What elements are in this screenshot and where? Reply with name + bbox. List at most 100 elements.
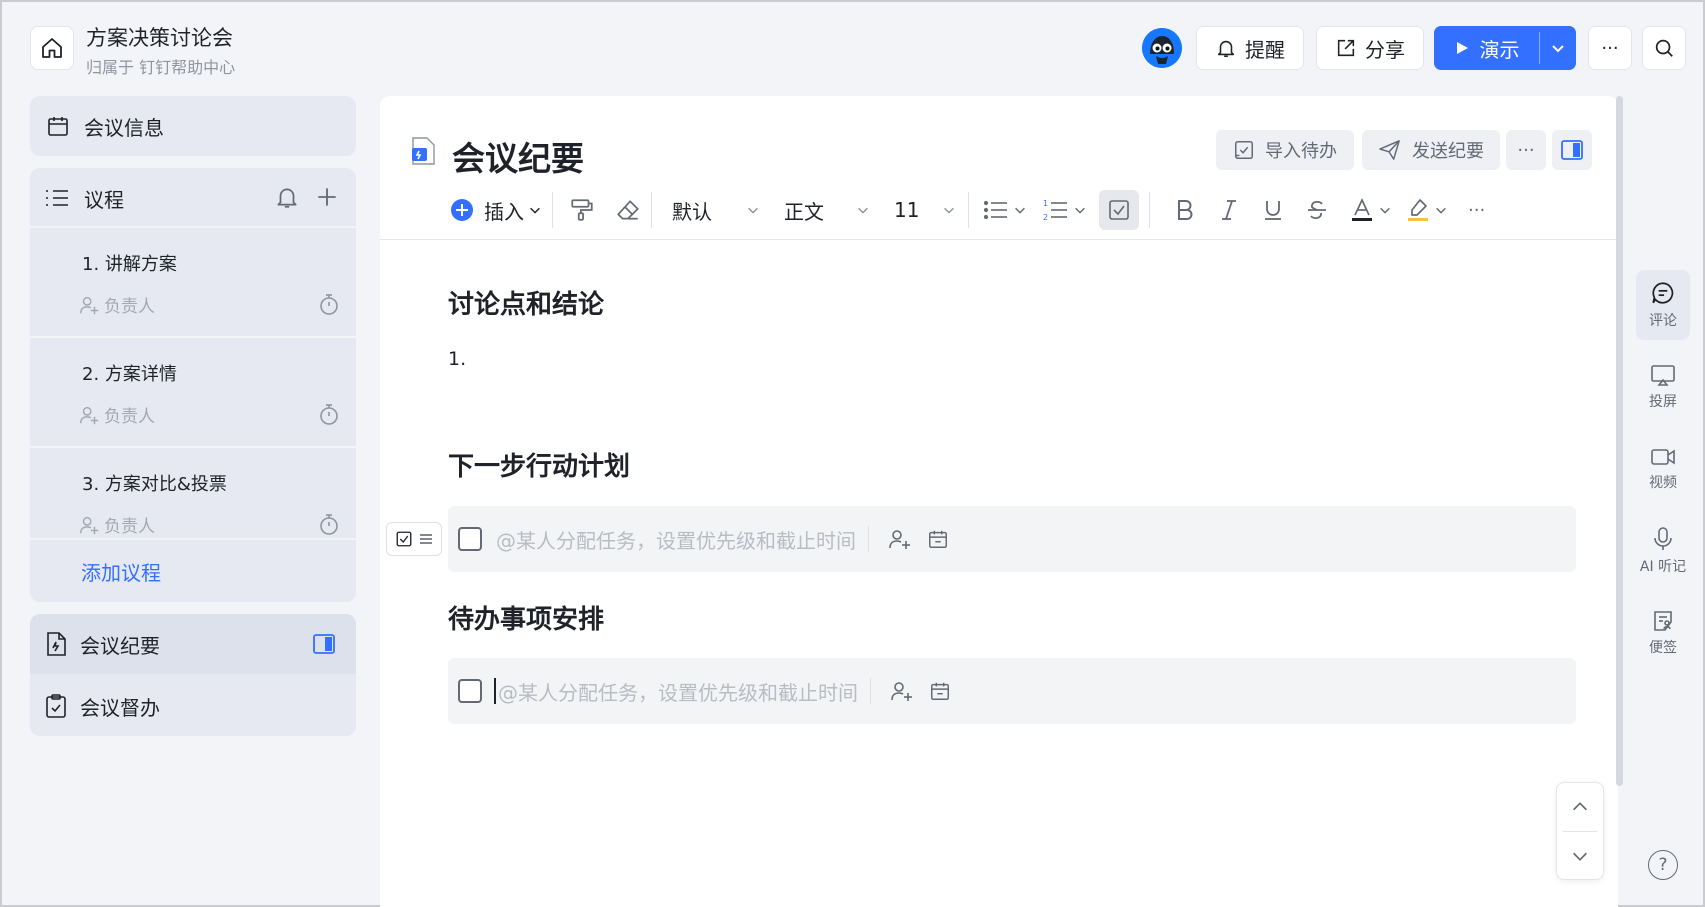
block-handle[interactable] (386, 522, 442, 556)
add-person-icon (80, 296, 99, 314)
send-icon (1379, 140, 1400, 160)
font-select[interactable]: 默认 (672, 196, 760, 225)
bold-button[interactable] (1174, 198, 1196, 222)
agenda-owner-button[interactable]: 负责人 (78, 292, 155, 317)
style-select[interactable]: 正文 (784, 196, 870, 225)
chevron-down-icon (530, 207, 540, 214)
sticky-note-button[interactable]: 便签 (1636, 598, 1690, 668)
import-todo-icon (1235, 141, 1253, 159)
assign-person-icon[interactable] (887, 527, 913, 551)
ordered-list-icon: 1 2 (1043, 199, 1067, 222)
clear-format-button[interactable] (615, 197, 641, 223)
due-date-icon[interactable] (929, 680, 951, 702)
text-color-icon (1352, 197, 1372, 221)
task-list-button[interactable] (1099, 190, 1139, 230)
remind-button[interactable]: 提醒 (1196, 26, 1304, 70)
ai-notes-button[interactable]: AI 听记 (1636, 516, 1690, 586)
share-button[interactable]: 分享 (1316, 26, 1424, 70)
plus-circle-icon (451, 199, 473, 221)
video-icon (1651, 449, 1675, 465)
agenda-timer-button[interactable] (318, 292, 340, 316)
task-checkbox[interactable] (458, 527, 482, 551)
send-minutes-label: 发送纪要 (1412, 141, 1484, 162)
doc-more-button[interactable]: ··· (1506, 130, 1546, 170)
agenda-owner-button[interactable]: 负责人 (78, 512, 155, 537)
font-label: 默认 (672, 199, 712, 224)
ordered-list-button[interactable]: 1 2 (1043, 198, 1087, 222)
agenda-remind-button[interactable] (274, 184, 300, 210)
sidebar-item-minutes[interactable]: 会议纪要 (30, 614, 356, 674)
bullet-list-button[interactable] (983, 198, 1027, 222)
comment-button[interactable]: 评论 (1636, 270, 1690, 340)
agenda-timer-button[interactable] (318, 512, 340, 536)
agenda-timer-button[interactable] (318, 402, 340, 426)
task-placeholder[interactable]: @某人分配任务，设置优先级和截止时间 (498, 677, 858, 706)
screen-cast-icon (1651, 365, 1675, 386)
insert-button[interactable]: 插入 (450, 196, 542, 225)
add-agenda-plus-button[interactable] (314, 184, 340, 210)
side-panel-icon[interactable] (312, 632, 336, 656)
due-date-icon[interactable] (927, 528, 949, 550)
chevron-down-icon (1572, 852, 1588, 861)
screen-cast-label: 投屏 (1649, 394, 1677, 410)
chevron-down-icon (1380, 207, 1390, 214)
agenda-owner-button[interactable]: 负责人 (78, 402, 155, 427)
scroll-up-button[interactable] (1557, 783, 1603, 831)
text-color-button[interactable] (1350, 197, 1392, 223)
help-button[interactable]: ? (1648, 850, 1678, 880)
agenda-item-title: 3. 方案对比&投票 (82, 474, 227, 495)
scroll-down-button[interactable] (1557, 832, 1603, 880)
screen-cast-button[interactable]: 投屏 (1636, 352, 1690, 422)
import-todo-button[interactable]: 导入待办 (1216, 130, 1354, 170)
task-placeholder[interactable]: @某人分配任务，设置优先级和截止时间 (496, 525, 856, 554)
sidebar-item-meeting-info[interactable]: 会议信息 (30, 96, 356, 156)
add-agenda-button[interactable]: 添加议程 (30, 538, 356, 602)
section-heading: 下一步行动计划 (448, 452, 631, 482)
chevron-down-icon (1015, 207, 1025, 214)
toolbar-more-button[interactable]: ··· (1468, 200, 1485, 221)
italic-icon (1222, 200, 1236, 220)
play-icon (1456, 42, 1468, 54)
share-label: 分享 (1365, 37, 1405, 62)
scrollbar-thumb[interactable] (1616, 96, 1623, 786)
avatar[interactable] (1142, 28, 1182, 68)
present-main[interactable]: 演示 (1434, 26, 1539, 70)
format-painter-button[interactable] (569, 197, 595, 223)
list-item[interactable]: 1. (448, 348, 466, 370)
chevron-up-icon (1572, 802, 1588, 811)
search-button[interactable] (1642, 26, 1686, 70)
present-button[interactable]: 演示 (1434, 26, 1576, 70)
list-icon (46, 190, 68, 206)
agenda-item[interactable]: 2. 方案详情 负责人 (30, 336, 356, 446)
strikethrough-button[interactable] (1306, 198, 1328, 222)
task-item[interactable]: @某人分配任务，设置优先级和截止时间 (448, 506, 1576, 572)
sticky-note-label: 便签 (1649, 640, 1677, 656)
more-button[interactable]: ··· (1588, 26, 1632, 70)
task-checkbox[interactable] (458, 679, 482, 703)
send-minutes-button[interactable]: 发送纪要 (1362, 130, 1500, 170)
chevron-down-icon (944, 207, 954, 214)
video-button[interactable]: 视频 (1636, 434, 1690, 504)
size-label: 11 (894, 198, 920, 222)
sidebar-item-supervise[interactable]: 会议督办 (30, 676, 356, 736)
present-dropdown[interactable] (1540, 26, 1576, 70)
highlight-button[interactable] (1406, 197, 1448, 223)
add-person-icon (80, 516, 99, 534)
formatting-toolbar: 插入 默认 正文 11 1 2 ··· (444, 188, 1578, 232)
agenda-item[interactable]: 1. 讲解方案 负责人 (30, 226, 356, 336)
italic-button[interactable] (1218, 198, 1240, 222)
doc-side-panel-button[interactable] (1552, 130, 1592, 170)
minutes-doc-icon (47, 632, 66, 656)
eraser-icon (617, 200, 639, 220)
section-heading: 待办事项安排 (448, 605, 605, 635)
underline-button[interactable] (1262, 198, 1284, 222)
home-button[interactable] (30, 26, 74, 70)
agenda-item[interactable]: 3. 方案对比&投票 负责人 (30, 446, 356, 538)
scroll-nav (1556, 782, 1604, 880)
agenda-owner-label: 负责人 (104, 517, 155, 537)
clipboard-check-icon (46, 694, 66, 718)
size-select[interactable]: 11 (894, 198, 956, 222)
task-item[interactable]: @某人分配任务，设置优先级和截止时间 (448, 658, 1576, 724)
assign-person-icon[interactable] (889, 679, 915, 703)
underline-icon (1265, 201, 1281, 220)
